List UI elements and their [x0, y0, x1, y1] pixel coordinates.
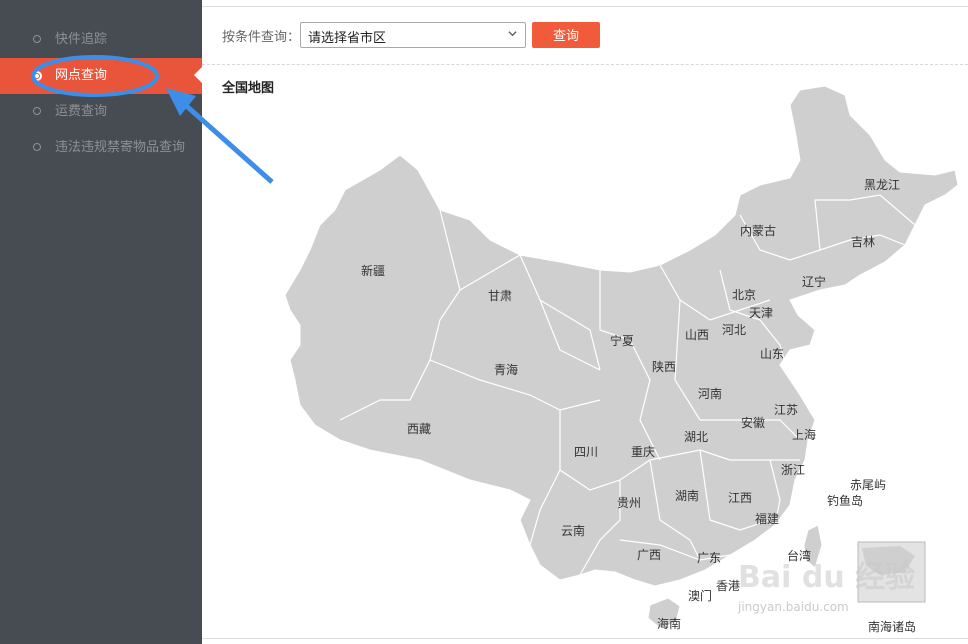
province-label: 山东 [760, 347, 784, 361]
sidebar-item-tracking[interactable]: 快件追踪 [0, 22, 202, 58]
sidebar: 快件追踪 网点查询 运费查询 违法违规禁寄物品查询 [0, 0, 202, 644]
sidebar-item-prohibited[interactable]: 违法违规禁寄物品查询 [0, 130, 202, 166]
chevron-down-icon [508, 31, 517, 37]
province-label: 河北 [722, 323, 746, 337]
divider [202, 638, 968, 639]
province-label: 赤尾屿 [850, 478, 886, 492]
province-label: 安徽 [741, 415, 765, 430]
sidebar-item-freight[interactable]: 运费查询 [0, 94, 202, 130]
search-button[interactable]: 查询 [532, 22, 600, 48]
province-label: 陕西 [652, 359, 676, 374]
province-label: 福建 [755, 511, 779, 526]
watermark-brand: Bai du 经验 [738, 560, 916, 595]
sidebar-item-label: 违法违规禁寄物品查询 [55, 140, 186, 155]
province-label: 广东 [697, 551, 721, 565]
province-label: 江苏 [774, 403, 798, 417]
province-label: 江西 [728, 491, 752, 505]
province-label: 北京 [732, 288, 756, 302]
province-label: 湖北 [684, 429, 708, 444]
province-label: 吉林 [851, 235, 875, 249]
province-label: 山西 [685, 328, 709, 342]
radio-selected-icon [32, 71, 42, 81]
sidebar-item-label: 快件追踪 [55, 32, 108, 47]
province-label: 湖南 [675, 488, 699, 503]
active-notch [194, 67, 202, 83]
province-label: 重庆 [631, 445, 655, 459]
sidebar-item-label: 网点查询 [55, 68, 108, 83]
radio-icon [33, 107, 41, 115]
province-label: 香港 [716, 579, 740, 593]
filter-label: 按条件查询： [222, 30, 301, 45]
province-label: 海南 [657, 616, 681, 631]
province-label: 云南 [561, 523, 585, 538]
region-select-value: 请选择省市区 [308, 31, 387, 46]
region-select[interactable]: 请选择省市区 [300, 22, 526, 48]
watermark-url: jingyan.baidu.com [738, 600, 849, 614]
province-label: 贵州 [617, 496, 641, 510]
province-label: 四川 [574, 445, 598, 459]
sidebar-item-outlet-search[interactable]: 网点查询 [0, 58, 202, 94]
sidebar-item-label: 运费查询 [55, 104, 108, 119]
divider [202, 64, 968, 65]
watermark: Bai du 经验 jingyan.baidu.com [738, 542, 928, 622]
province-label: 澳门 [688, 588, 712, 603]
divider [202, 6, 968, 7]
province-label: 西藏 [407, 422, 431, 436]
province-label: 黑龙江 [864, 178, 900, 192]
province-label: 天津 [749, 306, 773, 320]
province-label: 辽宁 [802, 274, 826, 289]
province-label: 宁夏 [610, 333, 634, 348]
radio-icon [33, 143, 41, 151]
province-label: 内蒙古 [740, 223, 776, 238]
province-label: 上海 [792, 427, 816, 442]
province-label: 浙江 [781, 463, 805, 477]
province-label: 广西 [637, 548, 661, 562]
province-label: 青海 [494, 362, 518, 377]
province-label: 甘肃 [488, 289, 512, 303]
province-label: 钓鱼岛 [827, 493, 863, 508]
radio-icon [33, 35, 41, 43]
province-label: 河南 [698, 386, 722, 401]
province-label: 新疆 [361, 263, 385, 278]
